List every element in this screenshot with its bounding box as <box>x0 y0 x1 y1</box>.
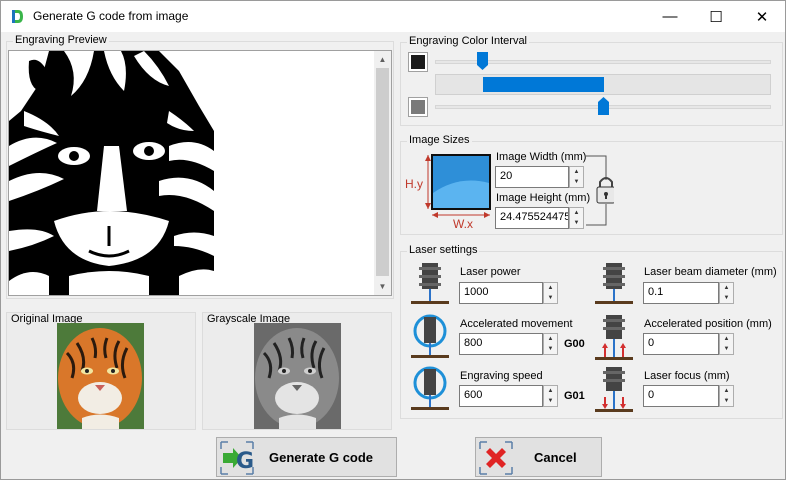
accelerated-movement-icon <box>411 314 449 358</box>
accelerated-position-label: Accelerated position (mm) <box>644 318 772 330</box>
laser-focus-label: Laser focus (mm) <box>644 370 730 382</box>
laser-settings-title: Laser settings <box>407 244 480 256</box>
low-color-fill <box>411 55 425 69</box>
hy-label: H.y <box>405 177 423 191</box>
spin-up-icon[interactable]: ▲ <box>720 386 733 396</box>
aspect-lock-icon[interactable] <box>586 154 614 228</box>
svg-text:G: G <box>236 449 254 474</box>
laser-power-field[interactable]: 1000 <box>459 282 543 304</box>
high-color-slider-handle[interactable] <box>597 97 609 115</box>
g01-code-label: G01 <box>564 390 585 402</box>
laser-power-icon <box>411 263 449 304</box>
high-color-fill <box>411 100 425 114</box>
engraving-speed-label: Engraving speed <box>460 370 543 382</box>
image-height-field[interactable]: 24.475524475 <box>495 207 569 229</box>
spin-down-icon[interactable]: ▼ <box>570 177 583 187</box>
grayscale-image-panel: Grayscale Image <box>202 312 392 430</box>
close-button[interactable]: ✕ <box>739 1 785 32</box>
spin-down-icon[interactable]: ▼ <box>544 396 557 406</box>
window-title: Generate G code from image <box>33 9 189 23</box>
beam-diameter-spinner[interactable]: ▲ ▼ <box>719 282 734 304</box>
laser-focus-icon <box>595 367 633 412</box>
low-color-swatch[interactable] <box>408 52 428 72</box>
laser-focus-spinner[interactable]: ▲ ▼ <box>719 385 734 407</box>
app-logo-icon <box>12 10 23 23</box>
image-height-spinner[interactable]: ▲ ▼ <box>569 207 584 229</box>
scroll-down-arrow-icon[interactable]: ▼ <box>374 278 391 295</box>
preview-scrollbar[interactable]: ▲ ▼ <box>374 51 391 295</box>
color-range-bar <box>435 74 771 95</box>
image-height-label: Image Height (mm) <box>496 192 591 204</box>
title-bar: Generate G code from image — ☐ ✕ <box>1 1 785 32</box>
engraved-tiger-image <box>9 51 214 295</box>
cancel-x-icon <box>479 441 513 475</box>
engraving-speed-field[interactable]: 600 <box>459 385 543 407</box>
image-width-spinner[interactable]: ▲ ▼ <box>569 166 584 188</box>
scroll-up-arrow-icon[interactable]: ▲ <box>374 51 391 68</box>
cancel-label: Cancel <box>534 450 577 465</box>
spin-up-icon[interactable]: ▲ <box>570 167 583 177</box>
spin-up-icon[interactable]: ▲ <box>544 334 557 344</box>
spin-down-icon[interactable]: ▼ <box>570 218 583 228</box>
spin-down-icon[interactable]: ▼ <box>544 344 557 354</box>
minimize-button[interactable]: — <box>647 1 693 32</box>
spin-down-icon[interactable]: ▼ <box>720 293 733 303</box>
spin-up-icon[interactable]: ▲ <box>720 334 733 344</box>
beam-diameter-label: Laser beam diameter (mm) <box>644 266 777 278</box>
color-interval-title: Engraving Color Interval <box>407 35 530 47</box>
original-tiger-image <box>57 323 144 429</box>
beam-diameter-field[interactable]: 0.1 <box>643 282 719 304</box>
preview-group-title: Engraving Preview <box>13 34 109 46</box>
spin-up-icon[interactable]: ▲ <box>570 208 583 218</box>
spin-up-icon[interactable]: ▲ <box>720 283 733 293</box>
low-color-slider-handle[interactable] <box>476 52 488 70</box>
laser-power-label: Laser power <box>460 266 521 278</box>
spin-up-icon[interactable]: ▲ <box>544 283 557 293</box>
laser-focus-field[interactable]: 0 <box>643 385 719 407</box>
spin-down-icon[interactable]: ▼ <box>720 344 733 354</box>
spin-down-icon[interactable]: ▼ <box>544 293 557 303</box>
image-width-label: Image Width (mm) <box>496 151 587 163</box>
image-width-field[interactable]: 20 <box>495 166 569 188</box>
grayscale-tiger-image <box>254 323 341 429</box>
laser-beam-diameter-icon <box>595 263 633 304</box>
engraving-preview: ▲ ▼ <box>8 50 392 296</box>
accelerated-position-field[interactable]: 0 <box>643 333 719 355</box>
generate-gcode-button[interactable]: G Generate G code <box>216 437 397 477</box>
scrollbar-thumb[interactable] <box>376 68 389 276</box>
generate-g-icon: G <box>220 441 254 475</box>
accelerated-position-spinner[interactable]: ▲ ▼ <box>719 333 734 355</box>
image-size-diagram-icon <box>425 154 491 218</box>
engraving-speed-spinner[interactable]: ▲ ▼ <box>543 385 558 407</box>
generate-gcode-label: Generate G code <box>269 450 374 465</box>
dialog-window: Generate G code from image — ☐ ✕ Engravi… <box>0 0 786 480</box>
g00-code-label: G00 <box>564 338 585 350</box>
color-range-fill <box>483 77 604 92</box>
accelerated-movement-spinner[interactable]: ▲ ▼ <box>543 333 558 355</box>
laser-power-spinner[interactable]: ▲ ▼ <box>543 282 558 304</box>
accelerated-movement-label: Accelerated movement <box>460 318 573 330</box>
original-image-panel: Original Image <box>6 312 196 430</box>
accelerated-movement-field[interactable]: 800 <box>459 333 543 355</box>
wx-label: W.x <box>453 217 473 231</box>
image-sizes-title: Image Sizes <box>407 134 472 146</box>
spin-up-icon[interactable]: ▲ <box>544 386 557 396</box>
accelerated-position-icon <box>595 315 633 360</box>
cancel-button[interactable]: Cancel <box>475 437 602 477</box>
engraving-speed-icon <box>411 366 449 410</box>
maximize-button[interactable]: ☐ <box>693 1 739 32</box>
high-color-swatch[interactable] <box>408 97 428 117</box>
spin-down-icon[interactable]: ▼ <box>720 396 733 406</box>
